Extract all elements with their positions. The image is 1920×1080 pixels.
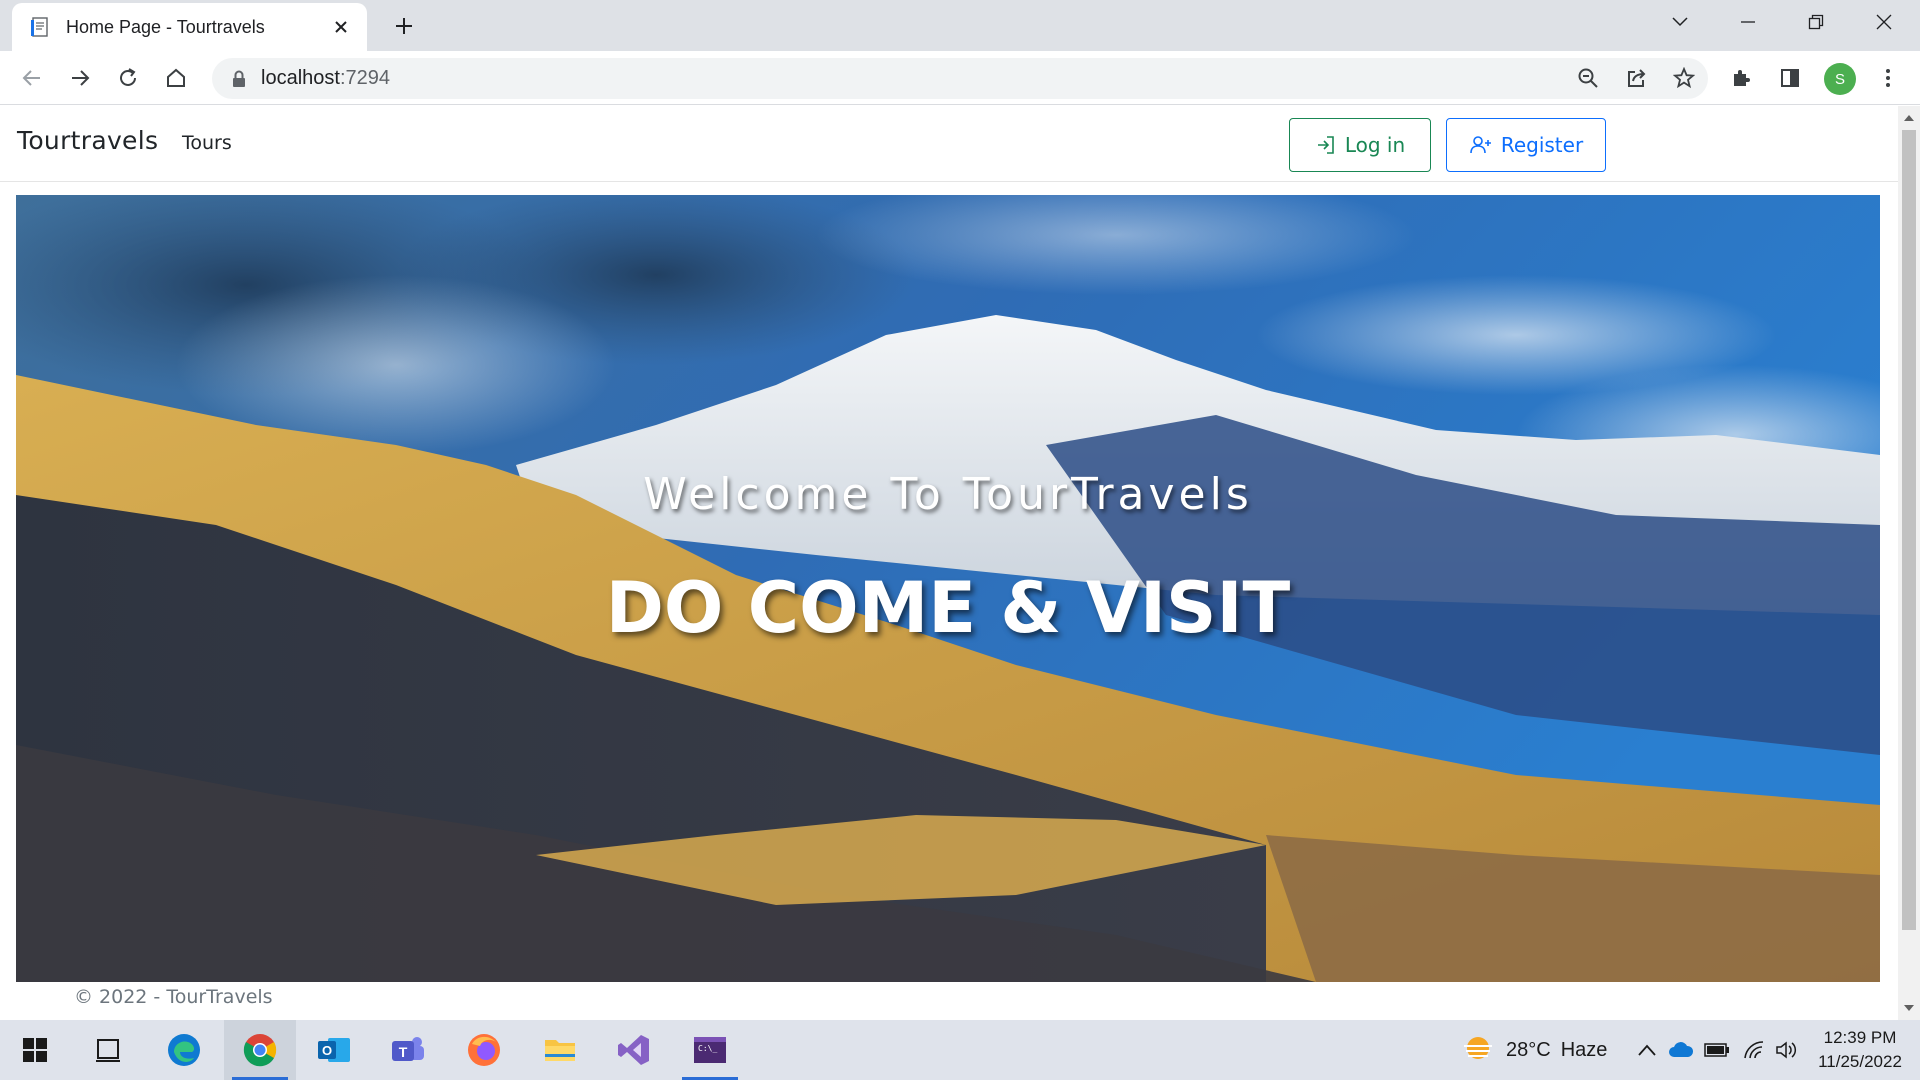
tab-title: Home Page - Tourtravels [66,16,265,37]
close-icon[interactable] [329,15,353,39]
extensions-icon[interactable] [1728,64,1756,92]
scroll-up-icon[interactable] [1903,112,1915,124]
svg-text:C:\_: C:\_ [698,1044,717,1053]
forward-icon[interactable] [66,64,94,92]
restore-icon[interactable] [1798,8,1834,36]
clock-date: 11/25/2022 [1818,1052,1902,1071]
hero-banner: Welcome To TourTravels DO COME & VISIT [16,195,1880,982]
add-user-icon [1470,136,1491,154]
site-footer: © 2022 - TourTravels [74,986,273,1008]
terminal-icon[interactable]: C:\_ [682,1030,738,1080]
scroll-thumb[interactable] [1902,130,1916,930]
page-scrollbar[interactable] [1898,106,1920,1020]
file-explorer-icon[interactable] [540,1030,580,1070]
login-label: Log in [1344,133,1406,157]
browser-toolbar: localhost:7294 S [0,51,1920,105]
wifi-icon[interactable] [1742,1038,1768,1062]
address-bar[interactable]: localhost:7294 [212,58,1708,99]
register-button[interactable]: Register [1446,118,1606,172]
edge-icon[interactable] [164,1030,204,1070]
back-icon[interactable] [18,64,46,92]
tab-search-icon[interactable] [1662,8,1698,36]
weather-temp: 28°C [1506,1038,1551,1061]
outlook-icon[interactable]: O [314,1030,354,1070]
clock-time: 12:39 PM [1823,1028,1897,1047]
menu-icon[interactable] [1874,64,1902,92]
battery-icon[interactable] [1704,1038,1730,1062]
weather-widget[interactable]: 28°C Haze [1460,1034,1607,1066]
browser-tab[interactable]: Home Page - Tourtravels [12,3,367,51]
hero-subtitle: Welcome To TourTravels [643,469,1253,520]
site-navbar: Tourtravels Tours Log in Register [0,106,1898,182]
login-button[interactable]: Log in [1289,118,1431,172]
system-clock[interactable]: 12:39 PM 11/25/2022 [1808,1026,1912,1074]
chevron-up-icon[interactable] [1634,1038,1660,1062]
hero-title: DO COME & VISIT [605,567,1291,649]
browser-tabstrip: Home Page - Tourtravels [0,0,1920,51]
side-panel-icon[interactable] [1776,64,1804,92]
reload-icon[interactable] [114,64,142,92]
page-viewport: Tourtravels Tours Log in Register Welcom… [0,106,1898,1020]
svg-text:O: O [322,1043,332,1058]
onedrive-icon[interactable] [1668,1038,1694,1062]
svg-text:T: T [399,1044,408,1060]
firefox-icon[interactable] [464,1030,504,1070]
plus-icon[interactable] [390,12,418,40]
register-label: Register [1500,133,1584,157]
windows-start-icon[interactable] [15,1030,55,1070]
share-icon[interactable] [1622,64,1650,92]
zoom-out-icon[interactable] [1574,64,1602,92]
teams-icon[interactable]: T [388,1030,428,1070]
scroll-down-icon[interactable] [1903,1002,1915,1014]
task-view-icon[interactable] [88,1030,128,1070]
favicon-doc-icon [29,16,51,38]
window-close-icon[interactable] [1866,8,1902,36]
weather-condition: Haze [1560,1038,1608,1061]
windows-taskbar: O T C:\_ 28°C Haze 12:39 PM 11/25/2022 [0,1020,1920,1080]
site-brand[interactable]: Tourtravels [17,126,158,155]
nav-link-tours[interactable]: Tours [182,132,232,154]
lock-icon[interactable] [230,69,248,89]
volume-icon[interactable] [1774,1038,1800,1062]
url-text: localhost:7294 [261,67,390,89]
login-icon [1317,136,1334,154]
visual-studio-icon[interactable] [614,1030,654,1070]
star-icon[interactable] [1670,64,1698,92]
home-icon[interactable] [162,64,190,92]
profile-avatar[interactable]: S [1824,63,1856,95]
haze-weather-icon [1464,1037,1492,1059]
minimize-icon[interactable] [1730,8,1766,36]
chrome-icon[interactable] [232,1030,288,1080]
